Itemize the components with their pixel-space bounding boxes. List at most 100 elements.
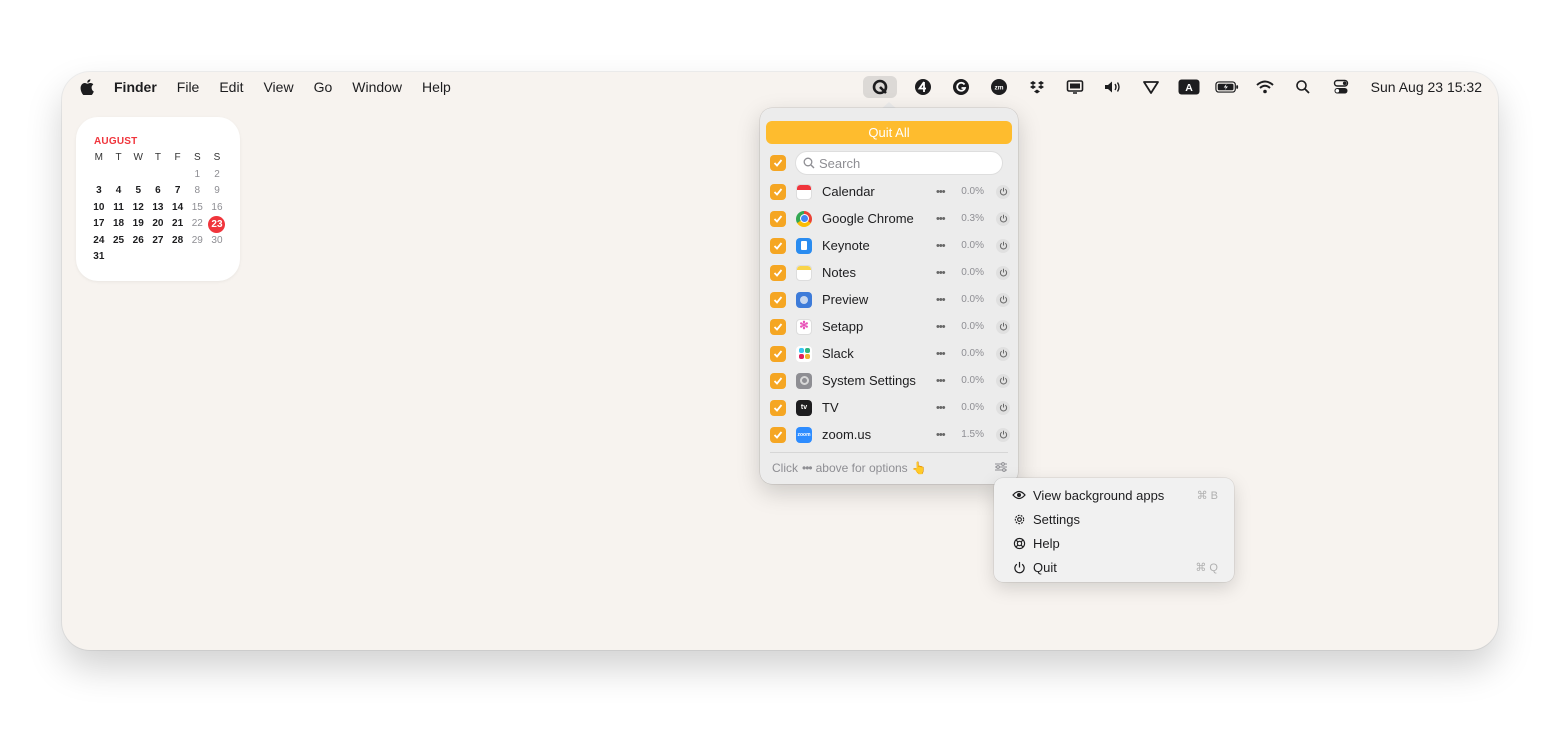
search-icon — [803, 157, 815, 169]
wifi-icon[interactable] — [1253, 76, 1277, 98]
app-options-button[interactable]: ••• — [936, 186, 954, 198]
app-options-button[interactable]: ••• — [936, 429, 954, 441]
search-row: Search — [770, 150, 1006, 176]
calendar-today-number: 23 — [208, 216, 226, 233]
app-checkbox[interactable] — [770, 264, 786, 281]
menu-go[interactable]: Go — [314, 79, 333, 95]
app-row[interactable]: Slack ••• 0.0% — [770, 340, 1010, 367]
quit-app-power-icon[interactable] — [996, 427, 1010, 442]
quit-app-power-icon[interactable] — [996, 319, 1010, 334]
app-row[interactable]: System Settings ••• 0.0% — [770, 367, 1010, 394]
system-settings-app-icon — [796, 372, 812, 389]
menu-item-view-background-apps[interactable]: View background apps ⌘ B — [994, 483, 1234, 507]
calendar-widget[interactable]: AUGUST M T W T F S S 1 2 3 4 5 6 7 8 9 10 11 12 13 14 15 16 17 1… — [76, 117, 240, 281]
app-row[interactable]: Calendar ••• 0.0% — [770, 178, 1010, 205]
quit-app-power-icon[interactable] — [996, 265, 1010, 280]
quit-all-button[interactable]: Quit All — [766, 121, 1012, 144]
menu-item-settings[interactable]: Settings — [994, 507, 1234, 531]
backtrack-icon[interactable] — [1139, 76, 1163, 98]
app-checkbox[interactable] — [770, 399, 786, 416]
app-checkbox[interactable] — [770, 345, 786, 362]
menu-help[interactable]: Help — [422, 79, 451, 95]
menu-view[interactable]: View — [263, 79, 293, 95]
app-row[interactable]: Keynote ••• 0.0% — [770, 232, 1010, 259]
menu-edit[interactable]: Edit — [219, 79, 243, 95]
app-row[interactable]: zoom zoom.us ••• 1.5% — [770, 421, 1010, 448]
app-options-button[interactable]: ••• — [936, 213, 954, 225]
calendar-empty-cell — [148, 167, 168, 184]
menu-item-shortcut: ⌘ B — [1196, 489, 1218, 502]
calendar-grid: M T W T F S S 1 2 3 4 5 6 7 8 9 10 11 12 13 14 15 16 17 18 19 20 21… — [89, 150, 227, 266]
app-name: Slack — [822, 346, 854, 361]
app-checkbox[interactable] — [770, 318, 786, 335]
app-checkbox[interactable] — [770, 237, 786, 254]
app-options-button[interactable]: ••• — [936, 348, 954, 360]
calendar-day: 28 — [172, 234, 184, 246]
volume-icon[interactable] — [1101, 76, 1125, 98]
menu-item-shortcut: ⌘ Q — [1195, 561, 1218, 574]
calendar-day: 8 — [194, 185, 201, 196]
app-checkbox[interactable] — [770, 291, 786, 308]
control-center-icon[interactable] — [1329, 76, 1353, 98]
zoom-menu-icon[interactable]: zm — [987, 76, 1011, 98]
app-checkbox[interactable] — [770, 183, 786, 200]
calendar-day: 7 — [174, 185, 181, 196]
input-source-icon[interactable]: A — [1177, 76, 1201, 98]
display-icon[interactable] — [1063, 76, 1087, 98]
select-all-checkbox[interactable] — [770, 155, 786, 171]
spotlight-search-icon[interactable] — [1291, 76, 1315, 98]
apple-menu-icon[interactable] — [80, 79, 94, 95]
quit-app-power-icon[interactable] — [996, 184, 1010, 199]
menu-item-help[interactable]: Help — [994, 531, 1234, 555]
app-row[interactable]: Google Chrome ••• 0.3% — [770, 205, 1010, 232]
calendar-empty-cell — [128, 167, 148, 184]
app-options-button[interactable]: ••• — [936, 375, 954, 387]
chrome-app-icon — [796, 210, 812, 227]
calendar-day: 12 — [132, 201, 144, 213]
app-options-button[interactable]: ••• — [936, 240, 954, 252]
four-circle-icon[interactable] — [911, 76, 935, 98]
calendar-day: 20 — [152, 218, 164, 229]
grammarly-icon[interactable] — [949, 76, 973, 98]
desktop-screen: Finder File Edit View Go Window Help zm — [62, 72, 1498, 650]
calendar-empty-cell — [187, 249, 207, 266]
battery-icon[interactable] — [1214, 76, 1239, 98]
app-checkbox[interactable] — [770, 426, 786, 443]
app-menu-finder[interactable]: Finder — [114, 79, 157, 95]
menu-item-label: Help — [1033, 535, 1060, 551]
menu-item-quit[interactable]: Quit ⌘ Q — [994, 555, 1234, 579]
quitall-menu-icon[interactable] — [862, 76, 897, 98]
quit-app-power-icon[interactable] — [996, 292, 1010, 307]
calendar-day: 24 — [93, 234, 105, 246]
app-row[interactable]: Notes ••• 0.0% — [770, 259, 1010, 286]
app-checkbox[interactable] — [770, 372, 786, 389]
calendar-day: 13 — [152, 201, 164, 213]
quit-app-power-icon[interactable] — [996, 238, 1010, 253]
calendar-empty-cell — [89, 167, 109, 184]
calendar-day: 10 — [93, 201, 105, 213]
app-row[interactable]: Preview ••• 0.0% — [770, 286, 1010, 313]
menu-file[interactable]: File — [177, 79, 200, 95]
app-options-button[interactable]: ••• — [936, 321, 954, 333]
search-input[interactable]: Search — [795, 151, 1003, 175]
power-icon — [1012, 560, 1026, 574]
quit-app-power-icon[interactable] — [996, 373, 1010, 388]
quit-app-power-icon[interactable] — [996, 346, 1010, 361]
sliders-icon[interactable] — [994, 461, 1008, 476]
calendar-weekday: T — [154, 152, 161, 163]
footer-suffix: above for options — [815, 461, 908, 475]
app-options-button[interactable]: ••• — [936, 267, 954, 279]
menu-bar-clock[interactable]: Sun Aug 23 15:32 — [1371, 79, 1482, 95]
quit-app-power-icon[interactable] — [996, 400, 1010, 415]
app-options-button[interactable]: ••• — [936, 402, 954, 414]
dropbox-icon[interactable] — [1025, 76, 1049, 98]
slack-app-icon — [796, 345, 812, 362]
app-checkbox[interactable] — [770, 210, 786, 227]
menu-window[interactable]: Window — [352, 79, 402, 95]
calendar-day: 11 — [113, 201, 124, 213]
calendar-day: 21 — [172, 218, 184, 229]
app-row[interactable]: tv TV ••• 0.0% — [770, 394, 1010, 421]
quit-app-power-icon[interactable] — [996, 211, 1010, 226]
app-options-button[interactable]: ••• — [936, 294, 954, 306]
app-row[interactable]: ✻ Setapp ••• 0.0% — [770, 313, 1010, 340]
